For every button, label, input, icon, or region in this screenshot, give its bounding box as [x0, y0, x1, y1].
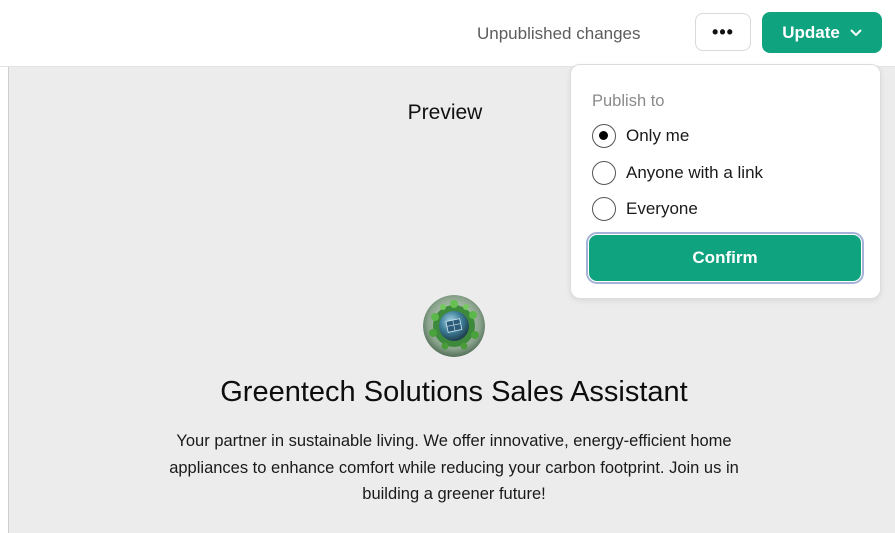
green-globe-avatar-icon: [423, 295, 485, 357]
sidebar-edge: [0, 67, 9, 533]
gpt-name: Greentech Solutions Sales Assistant: [220, 376, 688, 408]
publish-option-only-me[interactable]: Only me: [592, 123, 689, 149]
gpt-avatar: [423, 295, 485, 357]
confirm-button[interactable]: Confirm: [586, 232, 864, 284]
publish-heading: Publish to: [592, 92, 665, 110]
radio-unselected-icon[interactable]: [592, 161, 616, 185]
publish-option-label: Anyone with a link: [626, 163, 764, 182]
radio-selected-icon[interactable]: [592, 124, 616, 148]
chevron-down-icon: [850, 29, 862, 36]
update-button-label: Update: [782, 22, 840, 42]
publish-popover: Publish to Only me Anyone with a link Ev…: [570, 64, 881, 299]
publish-option-everyone[interactable]: Everyone: [592, 196, 698, 222]
top-bar: Unpublished changes ••• Update: [0, 0, 895, 67]
more-options-button[interactable]: •••: [695, 13, 751, 51]
publish-option-label: Everyone: [626, 199, 698, 218]
gpt-description: Your partner in sustainable living. We o…: [169, 432, 739, 503]
update-button[interactable]: Update: [762, 12, 882, 53]
publish-option-label: Only me: [626, 126, 690, 145]
ellipsis-icon: •••: [712, 21, 734, 42]
unpublished-status: Unpublished changes: [477, 24, 641, 43]
publish-option-anyone-with-link[interactable]: Anyone with a link: [592, 160, 763, 186]
radio-unselected-icon[interactable]: [592, 197, 616, 221]
